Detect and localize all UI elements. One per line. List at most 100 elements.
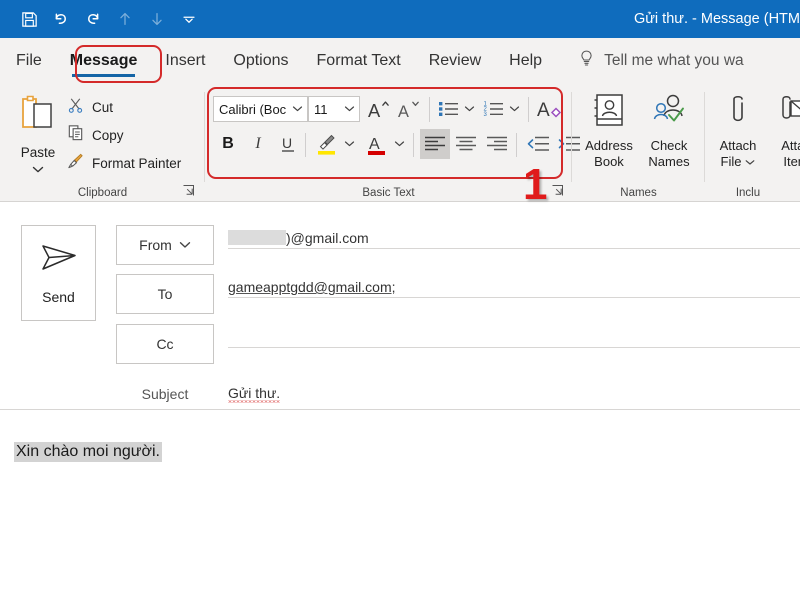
cc-field[interactable] bbox=[228, 320, 800, 348]
svg-text:A: A bbox=[397, 103, 408, 121]
tell-me-search[interactable]: Tell me what you wa bbox=[578, 49, 744, 73]
compose-header: Send From )@gmail.com To gameapptgdd@gma… bbox=[0, 203, 800, 410]
italic-button[interactable]: I bbox=[245, 130, 271, 158]
shrink-font-button[interactable]: A bbox=[395, 94, 423, 124]
message-body-text[interactable]: Xin chào moi người. bbox=[14, 442, 162, 462]
grow-font-button[interactable]: A bbox=[365, 94, 393, 124]
align-left-button[interactable] bbox=[420, 129, 450, 159]
tab-help[interactable]: Help bbox=[495, 38, 556, 84]
copy-icon bbox=[66, 123, 85, 147]
customize-quick-access-icon[interactable] bbox=[174, 4, 204, 34]
outlook-compose-window: Gửi thư. - Message (HTM File Message Ins… bbox=[0, 0, 800, 600]
font-size-combo[interactable]: 11 bbox=[308, 96, 360, 122]
ribbon-group-names: Address Book Check Names Names bbox=[572, 84, 705, 202]
svg-text:U: U bbox=[282, 135, 292, 151]
from-value[interactable]: )@gmail.com bbox=[228, 221, 800, 249]
align-right-button[interactable] bbox=[482, 129, 512, 159]
send-button[interactable]: Send bbox=[21, 225, 96, 321]
highlight-chevron-down-icon[interactable] bbox=[341, 132, 358, 156]
attach-item-icon bbox=[779, 92, 800, 135]
copy-button[interactable]: Copy bbox=[66, 122, 124, 148]
attach-file-chevron-down-icon[interactable] bbox=[745, 154, 755, 170]
toolbar-separator bbox=[413, 133, 414, 157]
title-bar: Gửi thư. - Message (HTM bbox=[0, 0, 800, 38]
numbering-chevron-down-icon[interactable] bbox=[506, 98, 523, 120]
previous-item-icon[interactable] bbox=[110, 4, 140, 34]
text-highlight-color-button[interactable] bbox=[313, 129, 341, 159]
message-body-editor[interactable]: Xin chào moi người. bbox=[0, 412, 800, 600]
redacted-email-block bbox=[228, 230, 286, 245]
ribbon-group-clipboard: Paste Cut Copy Format Painter Clipboard bbox=[0, 84, 205, 202]
ribbon-group-include: Attach File Attac Item Inclu bbox=[705, 84, 800, 202]
address-book-icon bbox=[591, 92, 627, 135]
underline-button[interactable]: U bbox=[275, 130, 301, 158]
subject-label: Subject bbox=[141, 386, 189, 402]
attach-item-label-line1: Attac bbox=[781, 138, 800, 153]
align-center-button[interactable] bbox=[451, 129, 481, 159]
redo-icon[interactable] bbox=[78, 4, 108, 34]
cut-button[interactable]: Cut bbox=[66, 94, 113, 120]
attach-item-button[interactable]: Attac Item bbox=[765, 92, 800, 170]
to-button[interactable]: To bbox=[116, 274, 214, 314]
tab-file[interactable]: File bbox=[0, 38, 56, 84]
font-name-value: Calibri (Boc bbox=[219, 101, 287, 117]
font-name-combo[interactable]: Calibri (Boc bbox=[213, 96, 308, 122]
next-item-icon[interactable] bbox=[142, 4, 172, 34]
font-size-chevron-down-icon[interactable] bbox=[344, 100, 355, 118]
tab-message[interactable]: Message bbox=[56, 38, 152, 84]
clear-formatting-button[interactable]: A bbox=[536, 94, 564, 124]
ribbon-group-basic-text: Calibri (Boc 11 A A 1 2 3 A B I U A Basi… bbox=[205, 84, 580, 202]
toolbar-separator bbox=[305, 133, 306, 157]
font-color-chevron-down-icon[interactable] bbox=[391, 132, 408, 156]
undo-icon[interactable] bbox=[46, 4, 76, 34]
toolbar-separator bbox=[528, 97, 529, 122]
to-field[interactable]: gameapptgdd@gmail.com; bbox=[228, 270, 800, 298]
address-book-label-line1: Address bbox=[585, 138, 633, 153]
font-name-chevron-down-icon[interactable] bbox=[292, 100, 303, 118]
ribbon-tab-strip: File Message Insert Options Format Text … bbox=[0, 38, 800, 84]
to-label: To bbox=[157, 286, 173, 302]
bullets-button[interactable] bbox=[437, 95, 461, 123]
paperclip-icon bbox=[723, 92, 753, 135]
check-names-icon bbox=[649, 92, 689, 135]
address-book-label-line2: Book bbox=[594, 154, 624, 169]
quick-access-toolbar bbox=[0, 4, 204, 34]
to-value: gameapptgdd@gmail.com; bbox=[228, 279, 396, 295]
basic-text-dialog-launcher-icon[interactable] bbox=[551, 184, 565, 198]
check-names-button[interactable]: Check Names bbox=[638, 92, 700, 170]
group-label-include: Inclu bbox=[735, 187, 761, 199]
tab-options-label: Options bbox=[233, 52, 289, 69]
subject-value: Gửi thư. bbox=[228, 385, 281, 401]
subject-field[interactable]: Gửi thư. bbox=[228, 379, 800, 405]
font-size-value: 11 bbox=[314, 101, 328, 117]
decrease-indent-button[interactable] bbox=[523, 129, 553, 159]
attach-file-label-line2-row[interactable]: File bbox=[721, 154, 756, 170]
scissors-icon bbox=[66, 95, 85, 119]
svg-text:A: A bbox=[369, 136, 380, 153]
from-chevron-down-icon[interactable] bbox=[179, 236, 191, 254]
paste-button[interactable]: Paste bbox=[10, 92, 66, 174]
clipboard-dialog-launcher-icon[interactable] bbox=[182, 184, 196, 198]
tab-message-label: Message bbox=[69, 52, 138, 69]
group-label-names: Names bbox=[620, 187, 657, 199]
tab-insert[interactable]: Insert bbox=[151, 38, 219, 84]
bold-button[interactable]: B bbox=[215, 130, 241, 158]
tab-format-text[interactable]: Format Text bbox=[303, 38, 415, 84]
save-icon[interactable] bbox=[14, 4, 44, 34]
tab-insert-label: Insert bbox=[165, 52, 206, 69]
bullets-chevron-down-icon[interactable] bbox=[461, 98, 478, 120]
attach-file-button[interactable]: Attach File bbox=[707, 92, 769, 170]
tab-options[interactable]: Options bbox=[219, 38, 302, 84]
font-color-button[interactable]: A bbox=[363, 129, 391, 159]
cc-button[interactable]: Cc bbox=[116, 324, 214, 364]
paste-chevron-down-icon[interactable] bbox=[31, 161, 45, 179]
from-button[interactable]: From bbox=[116, 225, 214, 265]
numbering-button[interactable]: 123 bbox=[482, 95, 506, 123]
address-book-button[interactable]: Address Book bbox=[578, 92, 640, 170]
paste-label: Paste bbox=[20, 145, 56, 160]
group-label-basic-text: Basic Text bbox=[362, 187, 415, 199]
tab-review[interactable]: Review bbox=[415, 38, 495, 84]
toolbar-separator bbox=[516, 133, 517, 157]
format-painter-button[interactable]: Format Painter bbox=[66, 150, 181, 176]
attach-file-label-line1: Attach bbox=[719, 138, 757, 153]
